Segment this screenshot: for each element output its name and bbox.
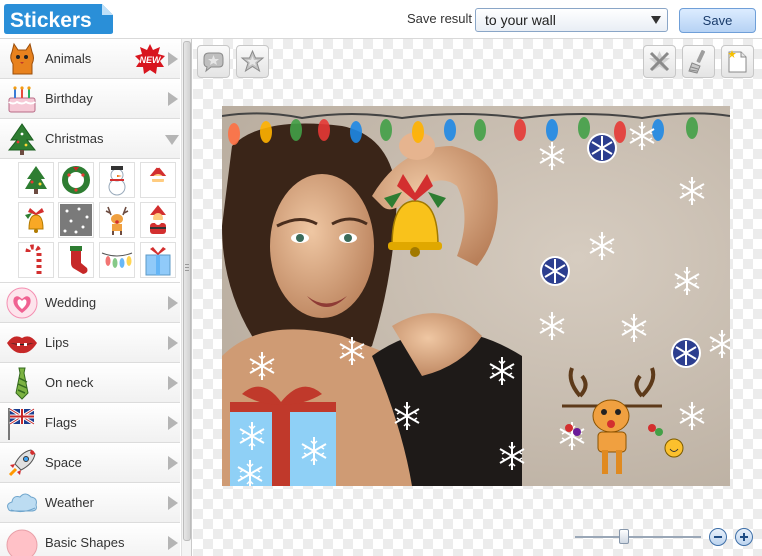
bell-sticker[interactable] — [18, 202, 54, 238]
category-weather[interactable]: Weather — [0, 483, 180, 523]
stickers-app: Stickers Save result to your wall Save A… — [0, 0, 762, 556]
zoom-out-button[interactable] — [709, 528, 727, 546]
rocket-icon — [8, 449, 36, 477]
plus-icon — [740, 533, 748, 541]
cloud-icon — [7, 493, 37, 513]
category-christmas[interactable]: Christmas — [0, 119, 180, 159]
lips-icon — [7, 336, 37, 354]
category-label: Christmas — [45, 131, 104, 146]
new-badge: NEW — [135, 44, 165, 74]
category-label: Space — [45, 455, 82, 470]
category-lips[interactable]: Lips — [0, 323, 180, 363]
chevron-right-icon — [168, 336, 178, 350]
chevron-down-icon — [651, 16, 661, 24]
category-on-neck[interactable]: On neck — [0, 363, 180, 403]
category-label: Flags — [45, 415, 77, 430]
new-badge-text: NEW — [140, 55, 163, 65]
gift-box-sticker[interactable] — [140, 242, 176, 278]
star-speech-icon — [203, 52, 224, 73]
save-result-label: Save result — [407, 11, 473, 26]
category-list: Animals NEW Birthday Christmas Wedding L… — [0, 39, 180, 556]
christmas-tree-sticker[interactable] — [18, 162, 54, 198]
minus-icon — [714, 536, 722, 538]
christmas-sticker-grid — [0, 159, 180, 283]
zoom-slider-thumb[interactable] — [619, 529, 629, 544]
category-label: Wedding — [45, 295, 97, 310]
hearts-icon — [6, 287, 38, 319]
destination-dropdown[interactable]: to your wall — [475, 8, 668, 32]
zoom-in-button[interactable] — [735, 528, 753, 546]
sticker-sidebar: Animals NEW Birthday Christmas Wedding L… — [0, 39, 192, 556]
santa-sticker[interactable] — [140, 162, 176, 198]
tie-icon — [15, 367, 29, 400]
new-page-button[interactable] — [721, 45, 754, 78]
scroll-grip-line — [185, 264, 189, 265]
category-label: Birthday — [45, 91, 93, 106]
clear-icon — [649, 51, 670, 72]
christmas-tree-icon — [7, 123, 37, 155]
candy-cane-sticker[interactable] — [18, 242, 54, 278]
wreath-sticker[interactable] — [58, 162, 94, 198]
sticker-star-button[interactable] — [236, 45, 269, 78]
save-button[interactable]: Save — [679, 8, 756, 33]
chevron-right-icon — [168, 296, 178, 310]
chevron-right-icon — [168, 376, 178, 390]
chevron-right-icon — [168, 52, 178, 66]
star-icon — [240, 49, 265, 73]
cat-icon — [10, 42, 34, 75]
sticker-speech-button[interactable] — [197, 45, 230, 78]
category-label: Basic Shapes — [45, 535, 125, 550]
sidebar-scrollbar[interactable] — [181, 39, 191, 556]
scroll-grip-line — [185, 267, 189, 268]
snowman-sticker[interactable] — [99, 162, 135, 198]
chevron-right-icon — [168, 496, 178, 510]
lights-sticker[interactable] — [99, 242, 135, 278]
chevron-right-icon — [168, 536, 178, 550]
uk-flag-icon — [8, 407, 35, 440]
category-label: Animals — [45, 51, 92, 66]
category-label: Lips — [45, 335, 69, 350]
photo-image — [222, 106, 730, 486]
reindeer-sticker[interactable] — [99, 202, 135, 238]
category-flags[interactable]: Flags — [0, 403, 180, 443]
category-space[interactable]: Space — [0, 443, 180, 483]
category-animals[interactable]: Animals NEW — [0, 39, 180, 79]
logo-text: Stickers — [10, 9, 92, 32]
scrollbar-thumb[interactable] — [183, 41, 191, 541]
chevron-right-icon — [168, 416, 178, 430]
scroll-grip-line — [185, 270, 189, 271]
stocking-sticker[interactable] — [58, 242, 94, 278]
stickers-logo: Stickers — [2, 3, 114, 35]
chevron-right-icon — [168, 92, 178, 106]
category-label: On neck — [45, 375, 94, 390]
snow-tile-sticker[interactable] — [58, 202, 94, 238]
category-label: Weather — [45, 495, 94, 510]
chevron-down-icon — [165, 135, 179, 145]
canvas-workspace — [193, 39, 762, 556]
chevron-right-icon — [168, 456, 178, 470]
cake-icon — [8, 86, 36, 113]
category-basic-shapes[interactable]: Basic Shapes — [0, 523, 180, 556]
santa-2-sticker[interactable] — [140, 202, 176, 238]
clear-button[interactable] — [643, 45, 676, 78]
photo-canvas[interactable] — [222, 106, 730, 486]
brush-button[interactable] — [682, 45, 715, 78]
destination-value: to your wall — [485, 12, 556, 28]
brush-icon — [688, 50, 706, 74]
category-birthday[interactable]: Birthday — [0, 79, 180, 119]
zoom-slider-track[interactable] — [575, 536, 701, 538]
category-wedding[interactable]: Wedding — [0, 283, 180, 323]
circle-shape-icon — [6, 529, 38, 556]
top-bar: Stickers Save result to your wall Save — [0, 0, 762, 39]
new-page-icon — [728, 50, 747, 73]
